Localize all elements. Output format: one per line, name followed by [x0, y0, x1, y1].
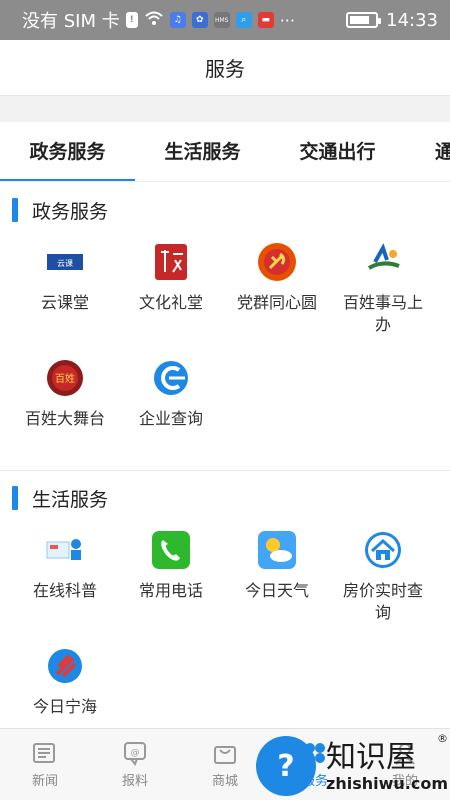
service-label: 常用电话 [138, 581, 203, 600]
service-party[interactable]: 党群同心圆 [224, 236, 330, 352]
section-government: 政务服务 云课 云课堂 文化礼堂 党群同心圆 百姓事马上办 百姓 百姓大舞台 企… [0, 184, 450, 468]
watermark-badge: ? [256, 736, 316, 796]
ninghai-icon [45, 646, 85, 686]
service-label: 云课堂 [40, 293, 89, 312]
carrier-text: 没有 SIM 卡 [22, 11, 120, 32]
watermark-url: zhishiwu.com [326, 774, 448, 793]
section-divider [0, 470, 450, 471]
service-stage[interactable]: 百姓 百姓大舞台 [12, 352, 118, 468]
battery-icon [346, 12, 382, 28]
alert-icon: ! [125, 12, 138, 28]
svg-text:百姓: 百姓 [55, 372, 75, 385]
music-icon: ♫ [169, 12, 186, 28]
nav-label: 新闻 [31, 774, 58, 789]
section-header: 生活服务 [0, 472, 450, 524]
culture-hall-icon [151, 242, 191, 282]
nav-label: 商城 [211, 774, 238, 789]
tab-government[interactable]: 政务服务 [0, 122, 135, 181]
service-label: 今日天气 [244, 581, 309, 600]
wifi-icon [144, 10, 164, 31]
service-weather[interactable]: 今日天气 [224, 524, 330, 640]
report-icon: @ [124, 742, 146, 766]
service-cloud-classroom[interactable]: 云课 云课堂 [12, 236, 118, 352]
cloud-classroom-icon: 云课 [45, 242, 85, 282]
party-emblem-icon [257, 242, 297, 282]
service-science[interactable]: 在线科普 [12, 524, 118, 640]
header-spacer [0, 96, 450, 122]
service-phone[interactable]: 常用电话 [118, 524, 224, 640]
search-app-icon: ⌕ [235, 12, 252, 28]
phone-icon [151, 530, 191, 570]
shop-icon [214, 746, 236, 764]
section-accent-bar [12, 486, 18, 510]
tab-more[interactable]: 通 [405, 122, 450, 181]
watermark-title: 知识屋 [326, 740, 416, 775]
svg-text:云课: 云课 [57, 259, 73, 268]
service-label: 百姓大舞台 [25, 409, 106, 428]
service-label: 党群同心圆 [237, 293, 318, 312]
page-header: 服务 [0, 40, 450, 96]
service-culture-hall[interactable]: 文化礼堂 [118, 236, 224, 352]
section-header: 政务服务 [0, 184, 450, 236]
citizen-affairs-icon [363, 242, 403, 282]
nav-news[interactable]: 新闻 [0, 729, 90, 800]
service-label: 文化礼堂 [138, 293, 203, 312]
service-label: 企业查询 [138, 409, 203, 428]
service-enterprise[interactable]: 企业查询 [118, 352, 224, 468]
huawei-icon: ▬ [257, 12, 274, 28]
clock: 14:33 [386, 9, 438, 31]
page-title: 服务 [205, 57, 245, 81]
service-label: 百姓事马上办 [343, 293, 424, 334]
nav-label: 报料 [121, 774, 148, 789]
service-label: 在线科普 [32, 581, 97, 600]
stage-icon: 百姓 [45, 358, 85, 398]
more-icon: ··· [279, 10, 295, 30]
section-title: 生活服务 [32, 488, 109, 511]
tab-life[interactable]: 生活服务 [135, 122, 270, 181]
service-citizen-affairs[interactable]: 百姓事马上办 [330, 236, 436, 352]
hms-icon: HMS [213, 12, 230, 28]
watermark-registered-mark: ® [437, 732, 448, 745]
science-icon [45, 530, 85, 570]
service-label: 房价实时查询 [343, 581, 424, 622]
svg-text:@: @ [131, 748, 140, 758]
enterprise-search-icon [151, 358, 191, 398]
tab-transport[interactable]: 交通出行 [270, 122, 405, 181]
house-icon [363, 530, 403, 570]
nav-report[interactable]: @ 报料 [90, 729, 180, 800]
news-icon [33, 743, 55, 763]
service-label: 今日宁海 [32, 697, 97, 716]
baidu-icon: ✿ [191, 12, 208, 28]
status-bar: 没有 SIM 卡 ! ♫ ✿ HMS ⌕ ▬ ··· 14:33 [0, 0, 450, 40]
watermark: ? 知识屋 ® zhishiwu.com [250, 728, 450, 800]
category-tabs: 政务服务 生活服务 交通出行 通 [0, 122, 450, 182]
service-house-price[interactable]: 房价实时查询 [330, 524, 436, 640]
section-title: 政务服务 [32, 200, 109, 223]
weather-icon [257, 530, 297, 570]
section-accent-bar [12, 198, 18, 222]
section-life: 生活服务 在线科普 常用电话 今日天气 房价实时查询 今日宁海 [0, 472, 450, 756]
